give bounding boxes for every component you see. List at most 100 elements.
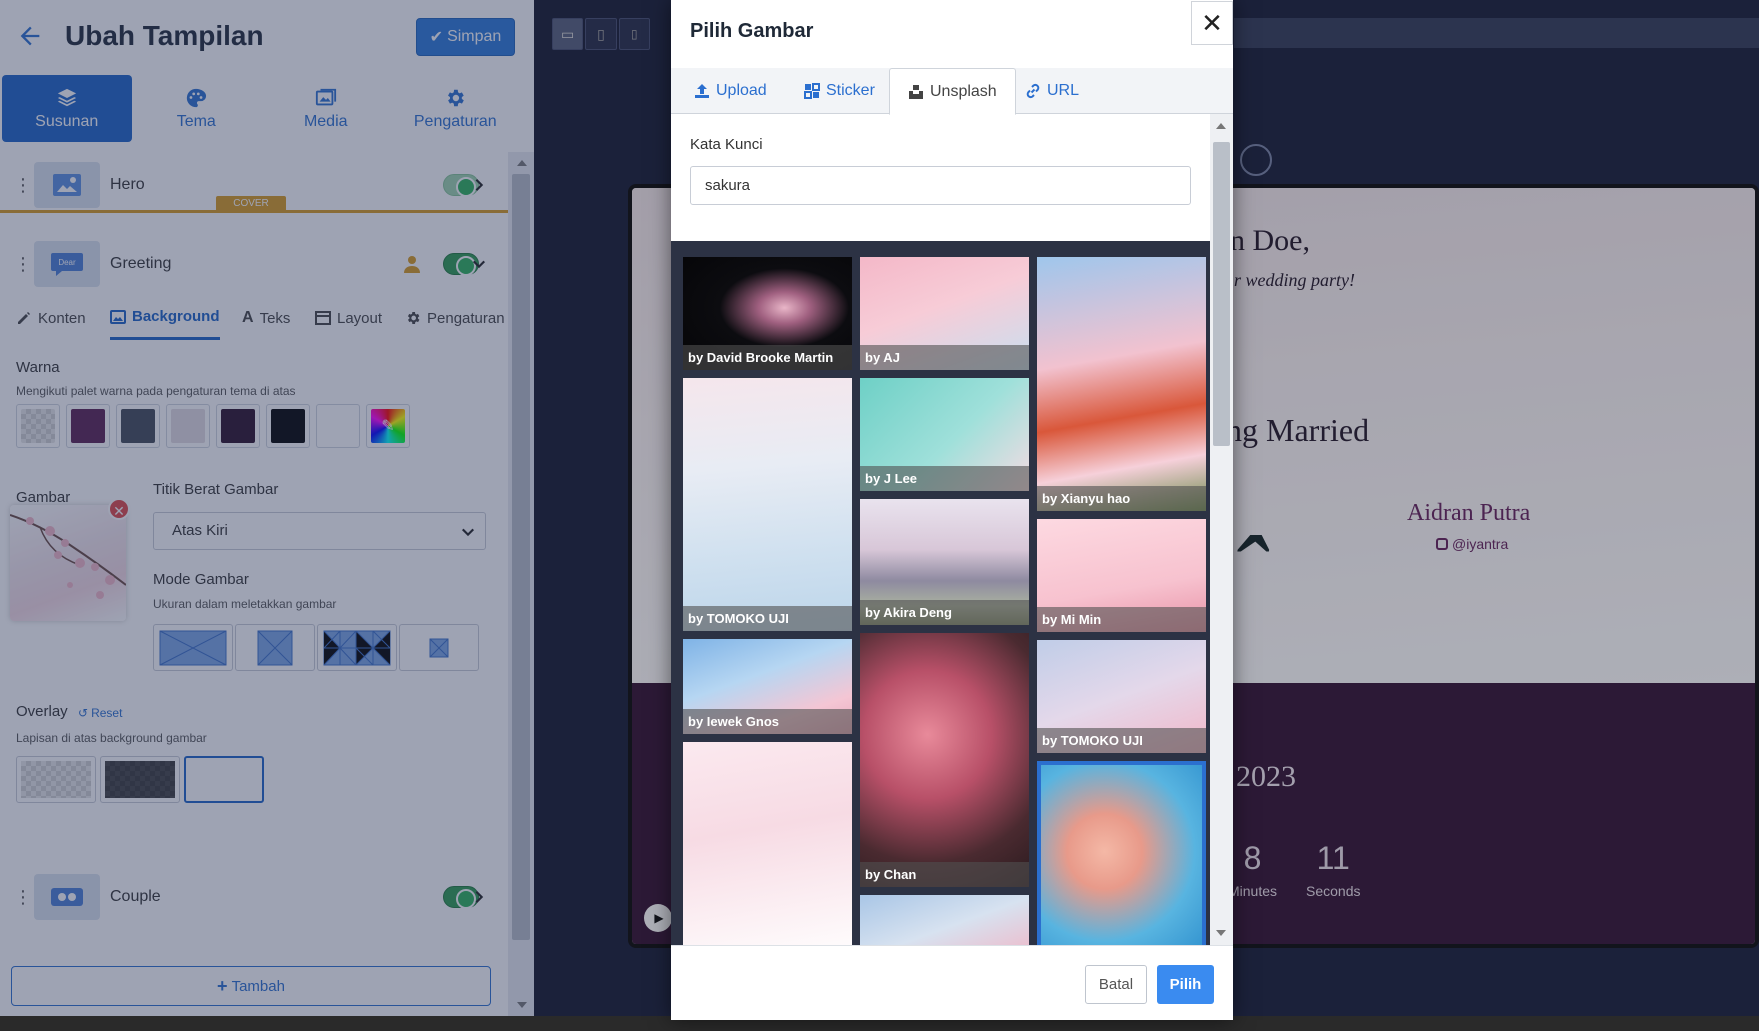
photo-thumbnail[interactable]: by TOMOKO UJI xyxy=(1037,640,1206,753)
cancel-button[interactable]: Batal xyxy=(1085,965,1147,1004)
tab-tema[interactable]: Tema xyxy=(132,75,262,142)
drag-handle-icon[interactable]: ⋮ xyxy=(14,255,32,273)
modal-footer: Batal Pilih xyxy=(671,945,1233,1020)
photo-thumbnail[interactable]: by Chan xyxy=(860,633,1029,887)
chevron-down-icon[interactable] xyxy=(472,257,486,271)
scroll-down-arrow-icon[interactable] xyxy=(1216,930,1226,936)
palette-icon xyxy=(187,88,207,107)
overlay-reset-link[interactable]: ↺ Reset xyxy=(78,706,122,720)
scroll-down-arrow-icon[interactable] xyxy=(517,1002,527,1008)
drag-handle-icon[interactable]: ⋮ xyxy=(14,176,32,194)
color-swatch-transparent[interactable] xyxy=(16,404,60,448)
tab-url[interactable]: URL xyxy=(1025,68,1079,114)
back-arrow-icon[interactable] xyxy=(16,22,44,50)
background-image-thumbnail[interactable] xyxy=(10,505,126,621)
left-scrollbar[interactable] xyxy=(508,152,534,1016)
main-tabs: Susunan Tema Media Pengaturan xyxy=(0,75,520,142)
unsplash-icon xyxy=(909,84,923,99)
subtab-background[interactable]: Background xyxy=(110,296,220,340)
tab-media[interactable]: Media xyxy=(261,75,391,142)
preview-ampersand-decoration: ˆ xyxy=(1228,514,1265,636)
photo-thumbnail[interactable]: by David Brooke Martin xyxy=(683,257,852,370)
subtab-teks-label: Teks xyxy=(259,309,291,327)
color-swatch[interactable] xyxy=(216,404,260,448)
images-icon xyxy=(315,88,336,105)
subtab-teks[interactable]: A Teks xyxy=(242,296,290,340)
tab-sticker[interactable]: Sticker xyxy=(804,68,875,114)
editor-header: Ubah Tampilan ✔ Simpan xyxy=(0,0,534,75)
close-button[interactable]: ✕ xyxy=(1191,1,1233,45)
photo-thumbnail[interactable]: by Xianyu hao xyxy=(1037,257,1206,511)
subtab-konten-label: Konten xyxy=(38,309,86,327)
photo-thumbnail[interactable]: by Iewek Gnos xyxy=(683,639,852,734)
titik-berat-select[interactable]: Atas Kiri xyxy=(153,512,486,550)
mode-center-button[interactable] xyxy=(399,624,479,671)
upload-icon xyxy=(695,84,709,98)
photo-thumbnail[interactable]: by TOMOKO UJI xyxy=(683,378,852,631)
device-switcher: ▭ ▯ ▯ xyxy=(552,18,650,50)
color-picker-swatch[interactable]: ✎ xyxy=(366,404,410,448)
color-swatch[interactable] xyxy=(166,404,210,448)
color-swatch[interactable] xyxy=(66,404,110,448)
photo-caption: by Xianyu hao xyxy=(1037,486,1206,511)
music-play-button[interactable]: ▶ xyxy=(644,904,672,932)
color-swatch[interactable] xyxy=(266,404,310,448)
keyword-input[interactable]: sakura xyxy=(690,166,1191,205)
tab-tema-label: Tema xyxy=(176,112,216,130)
photo-thumbnail[interactable] xyxy=(683,742,852,945)
preview-toolbar xyxy=(1234,18,1759,48)
scroll-thumb[interactable] xyxy=(512,174,530,940)
overlay-option-dark[interactable] xyxy=(100,756,180,803)
tablet-view-button[interactable]: ▯ xyxy=(585,18,617,50)
mode-gambar-label: Mode Gambar xyxy=(153,571,249,588)
mode-repeat-icon xyxy=(323,630,391,665)
play-icon: ▶ xyxy=(654,911,664,925)
photo-thumbnail[interactable]: by J Lee xyxy=(860,378,1029,491)
subtab-background-label: Background xyxy=(132,308,220,325)
tab-susunan[interactable]: Susunan xyxy=(2,75,132,142)
color-swatch[interactable] xyxy=(116,404,160,448)
chevron-right-icon[interactable] xyxy=(472,178,486,192)
editor-panel: Ubah Tampilan ✔ Simpan Susunan Tema Medi… xyxy=(0,0,534,1031)
photo-thumbnail[interactable] xyxy=(860,895,1029,945)
drag-handle-icon[interactable]: ⋮ xyxy=(14,888,32,906)
chevron-right-icon[interactable] xyxy=(472,890,486,904)
subtab-pengaturan[interactable]: Pengaturan xyxy=(405,296,505,340)
photo-thumbnail[interactable]: by AJ xyxy=(860,257,1029,370)
mobile-view-button[interactable]: ▯ xyxy=(618,18,650,50)
mode-cover-button[interactable] xyxy=(153,624,233,671)
section-label-greeting: Greeting xyxy=(110,255,172,272)
scroll-up-arrow-icon[interactable] xyxy=(517,160,527,166)
save-button[interactable]: ✔ Simpan xyxy=(416,18,515,56)
photo-thumbnail[interactable]: by Mi Min xyxy=(1037,519,1206,632)
subtab-layout[interactable]: Layout xyxy=(315,296,382,340)
overlay-option-light[interactable] xyxy=(16,756,96,803)
add-section-button[interactable]: + Tambah xyxy=(11,966,491,1006)
mode-contain-button[interactable] xyxy=(235,624,315,671)
expand-icon[interactable] xyxy=(1240,144,1272,176)
scroll-up-arrow-icon[interactable] xyxy=(1216,123,1226,129)
tab-susunan-label: Susunan xyxy=(35,112,99,130)
tab-pengaturan[interactable]: Pengaturan xyxy=(391,75,521,142)
tab-unsplash[interactable]: Unsplash xyxy=(889,68,1016,115)
photo-caption: by Mi Min xyxy=(1037,607,1206,632)
overlay-option-none[interactable] xyxy=(184,756,264,803)
sakura-branch-image xyxy=(10,514,126,599)
preview-heading: ng Married xyxy=(1226,412,1370,448)
modal-scrollbar[interactable] xyxy=(1210,114,1233,945)
scroll-thumb[interactable] xyxy=(1213,142,1230,446)
photo-thumbnail-selected[interactable] xyxy=(1037,761,1206,945)
choose-button[interactable]: Pilih xyxy=(1157,965,1214,1004)
section-row-greeting[interactable]: ⋮ Dear Greeting xyxy=(0,233,508,295)
color-swatch[interactable] xyxy=(316,404,360,448)
subtab-konten[interactable]: Konten xyxy=(16,296,86,340)
tab-upload[interactable]: Upload xyxy=(694,68,767,114)
remove-image-icon[interactable]: ✕ xyxy=(108,498,130,520)
svg-text:Dear: Dear xyxy=(58,258,76,267)
mode-repeat-button[interactable] xyxy=(317,624,397,671)
desktop-view-button[interactable]: ▭ xyxy=(552,18,584,50)
photo-thumbnail[interactable]: by Akira Deng xyxy=(860,499,1029,625)
countdown-minutes-value: 8 xyxy=(1243,840,1262,876)
section-row-couple[interactable]: ⋮ Couple xyxy=(0,866,508,928)
photo-caption: by Iewek Gnos xyxy=(683,709,852,734)
